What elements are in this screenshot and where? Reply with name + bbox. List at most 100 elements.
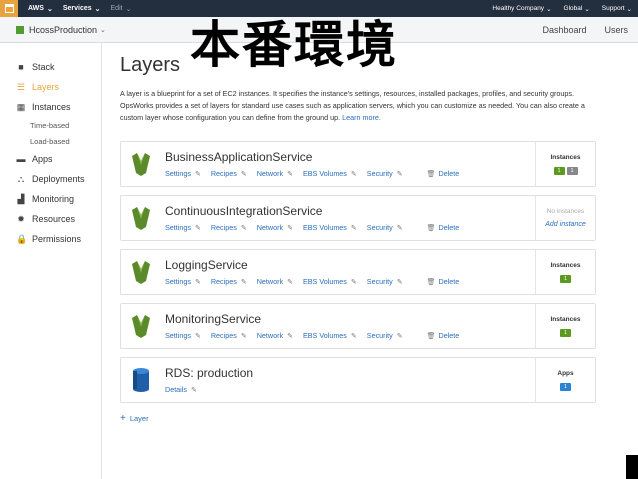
sidebar-item-layers[interactable]: ☰ Layers: [0, 77, 101, 97]
ebs-volumes-link[interactable]: EBS Volumes: [303, 277, 347, 286]
pencil-icon[interactable]: ✎: [241, 332, 247, 340]
pencil-icon[interactable]: ✎: [351, 278, 357, 286]
sidebar-item-time-based[interactable]: Time-based: [0, 117, 101, 133]
network-link[interactable]: Network: [257, 169, 283, 178]
plus-icon: +: [120, 413, 126, 424]
add-instance-link[interactable]: Add instance: [545, 221, 585, 228]
pencil-icon[interactable]: ✎: [351, 170, 357, 178]
settings-link[interactable]: Settings: [165, 223, 191, 232]
pencil-icon[interactable]: ✎: [397, 170, 403, 178]
sidebar-item-instances[interactable]: ▦ Instances: [0, 97, 101, 117]
pencil-icon[interactable]: ✎: [351, 332, 357, 340]
sidebar-item-deployments[interactable]: ⛬ Deployments: [0, 169, 101, 189]
support-menu[interactable]: Support ⌄: [602, 5, 632, 13]
rds-database-icon: [121, 358, 161, 402]
trash-icon[interactable]: 🗑: [427, 332, 436, 340]
pencil-icon[interactable]: ✎: [241, 278, 247, 286]
instance-count-badge[interactable]: 1: [566, 166, 578, 175]
layer-name[interactable]: BusinessApplicationService: [165, 150, 535, 164]
pencil-icon[interactable]: ✎: [287, 332, 293, 340]
services-menu[interactable]: Services ⌄: [63, 5, 101, 13]
pencil-icon[interactable]: ✎: [351, 224, 357, 232]
pencil-icon[interactable]: ✎: [195, 278, 201, 286]
pencil-icon[interactable]: ✎: [287, 278, 293, 286]
delete-link[interactable]: Delete: [439, 277, 460, 286]
pencil-icon[interactable]: ✎: [191, 386, 197, 394]
security-link[interactable]: Security: [367, 169, 393, 178]
app-count-badge[interactable]: 1: [560, 382, 571, 391]
recipes-link[interactable]: Recipes: [211, 277, 237, 286]
pencil-icon[interactable]: ✎: [195, 170, 201, 178]
settings-link[interactable]: Settings: [165, 169, 191, 178]
trash-icon[interactable]: 🗑: [427, 278, 436, 286]
lock-icon: 🔒: [16, 233, 28, 244]
learn-more-link[interactable]: Learn more.: [342, 113, 381, 122]
stack-icon: ■: [18, 62, 24, 72]
layer-name[interactable]: ContinuousIntegrationService: [165, 204, 535, 218]
recipes-link[interactable]: Recipes: [211, 331, 237, 340]
delete-link[interactable]: Delete: [439, 169, 460, 178]
chevron-down-icon[interactable]: ⌄: [100, 26, 106, 34]
stack-selector[interactable]: HcossProduction: [29, 25, 97, 35]
layer-card: LoggingService Settings ✎ Recipes ✎ Networ…: [120, 249, 596, 295]
sidebar-item-label: Monitoring: [32, 194, 75, 204]
sidebar-item-monitoring[interactable]: ▟ Monitoring: [0, 189, 101, 209]
pencil-icon[interactable]: ✎: [241, 224, 247, 232]
layer-card: RDS: production Details ✎ Apps 1: [120, 357, 596, 403]
ebs-volumes-link[interactable]: EBS Volumes: [303, 331, 347, 340]
pencil-icon[interactable]: ✎: [397, 278, 403, 286]
pencil-icon[interactable]: ✎: [397, 224, 403, 232]
network-link[interactable]: Network: [257, 277, 283, 286]
opsworks-layer-icon: [121, 196, 161, 240]
recipes-link[interactable]: Recipes: [211, 169, 237, 178]
dashboard-link[interactable]: Dashboard: [542, 25, 586, 35]
delete-link[interactable]: Delete: [439, 331, 460, 340]
page-description: A layer is a blueprint for a set of EC2 …: [120, 88, 596, 124]
pencil-icon[interactable]: ✎: [287, 170, 293, 178]
delete-link[interactable]: Delete: [439, 223, 460, 232]
settings-link[interactable]: Settings: [165, 331, 191, 340]
pencil-icon[interactable]: ✎: [195, 332, 201, 340]
instance-count-badge[interactable]: 1: [560, 274, 571, 283]
opsworks-layer-icon: [121, 304, 161, 348]
details-link[interactable]: Details: [165, 385, 187, 394]
network-link[interactable]: Network: [257, 331, 283, 340]
security-link[interactable]: Security: [367, 331, 393, 340]
sidebar-item-resources[interactable]: ✹ Resources: [0, 209, 101, 229]
sidebar-item-stack[interactable]: ■ Stack: [0, 57, 101, 77]
aws-home-link[interactable]: AWS ⌄: [28, 5, 53, 13]
security-link[interactable]: Security: [367, 223, 393, 232]
settings-link[interactable]: Settings: [165, 277, 191, 286]
ebs-volumes-link[interactable]: EBS Volumes: [303, 223, 347, 232]
support-label: Support: [601, 5, 625, 12]
add-layer-button[interactable]: + Layer: [120, 413, 596, 424]
ebs-volumes-link[interactable]: EBS Volumes: [303, 169, 347, 178]
recipes-link[interactable]: Recipes: [211, 223, 237, 232]
account-menu[interactable]: Healthy Company ⌄: [492, 5, 551, 13]
edit-menu[interactable]: Edit ⌄: [111, 5, 132, 13]
region-menu[interactable]: Global ⌄: [564, 5, 590, 13]
layer-name[interactable]: LoggingService: [165, 258, 535, 272]
layer-name[interactable]: RDS: production: [165, 366, 535, 380]
users-link[interactable]: Users: [604, 25, 628, 35]
security-link[interactable]: Security: [367, 277, 393, 286]
trash-icon[interactable]: 🗑: [427, 224, 436, 232]
sidebar-item-apps[interactable]: ▬ Apps: [0, 149, 101, 169]
instance-count-badge[interactable]: 1: [560, 328, 571, 337]
pencil-icon[interactable]: ✎: [397, 332, 403, 340]
network-link[interactable]: Network: [257, 223, 283, 232]
pencil-icon[interactable]: ✎: [195, 224, 201, 232]
pencil-icon[interactable]: ✎: [241, 170, 247, 178]
opsworks-layer-icon: [121, 142, 161, 186]
pencil-icon[interactable]: ✎: [287, 224, 293, 232]
layer-name[interactable]: MonitoringService: [165, 312, 535, 326]
add-layer-label: Layer: [129, 414, 149, 423]
trash-icon[interactable]: 🗑: [427, 170, 436, 178]
sidebar-item-permissions[interactable]: 🔒 Permissions: [0, 229, 101, 249]
aws-cube-icon[interactable]: [0, 0, 18, 17]
instance-count-badge[interactable]: 1: [553, 166, 565, 175]
sidebar-item-load-based[interactable]: Load-based: [0, 133, 101, 149]
services-label: Services: [62, 5, 92, 12]
page-title: Layers: [120, 54, 181, 76]
sidebar: ■ Stack ☰ Layers ▦ Instances Time-based Loa…: [0, 43, 102, 479]
